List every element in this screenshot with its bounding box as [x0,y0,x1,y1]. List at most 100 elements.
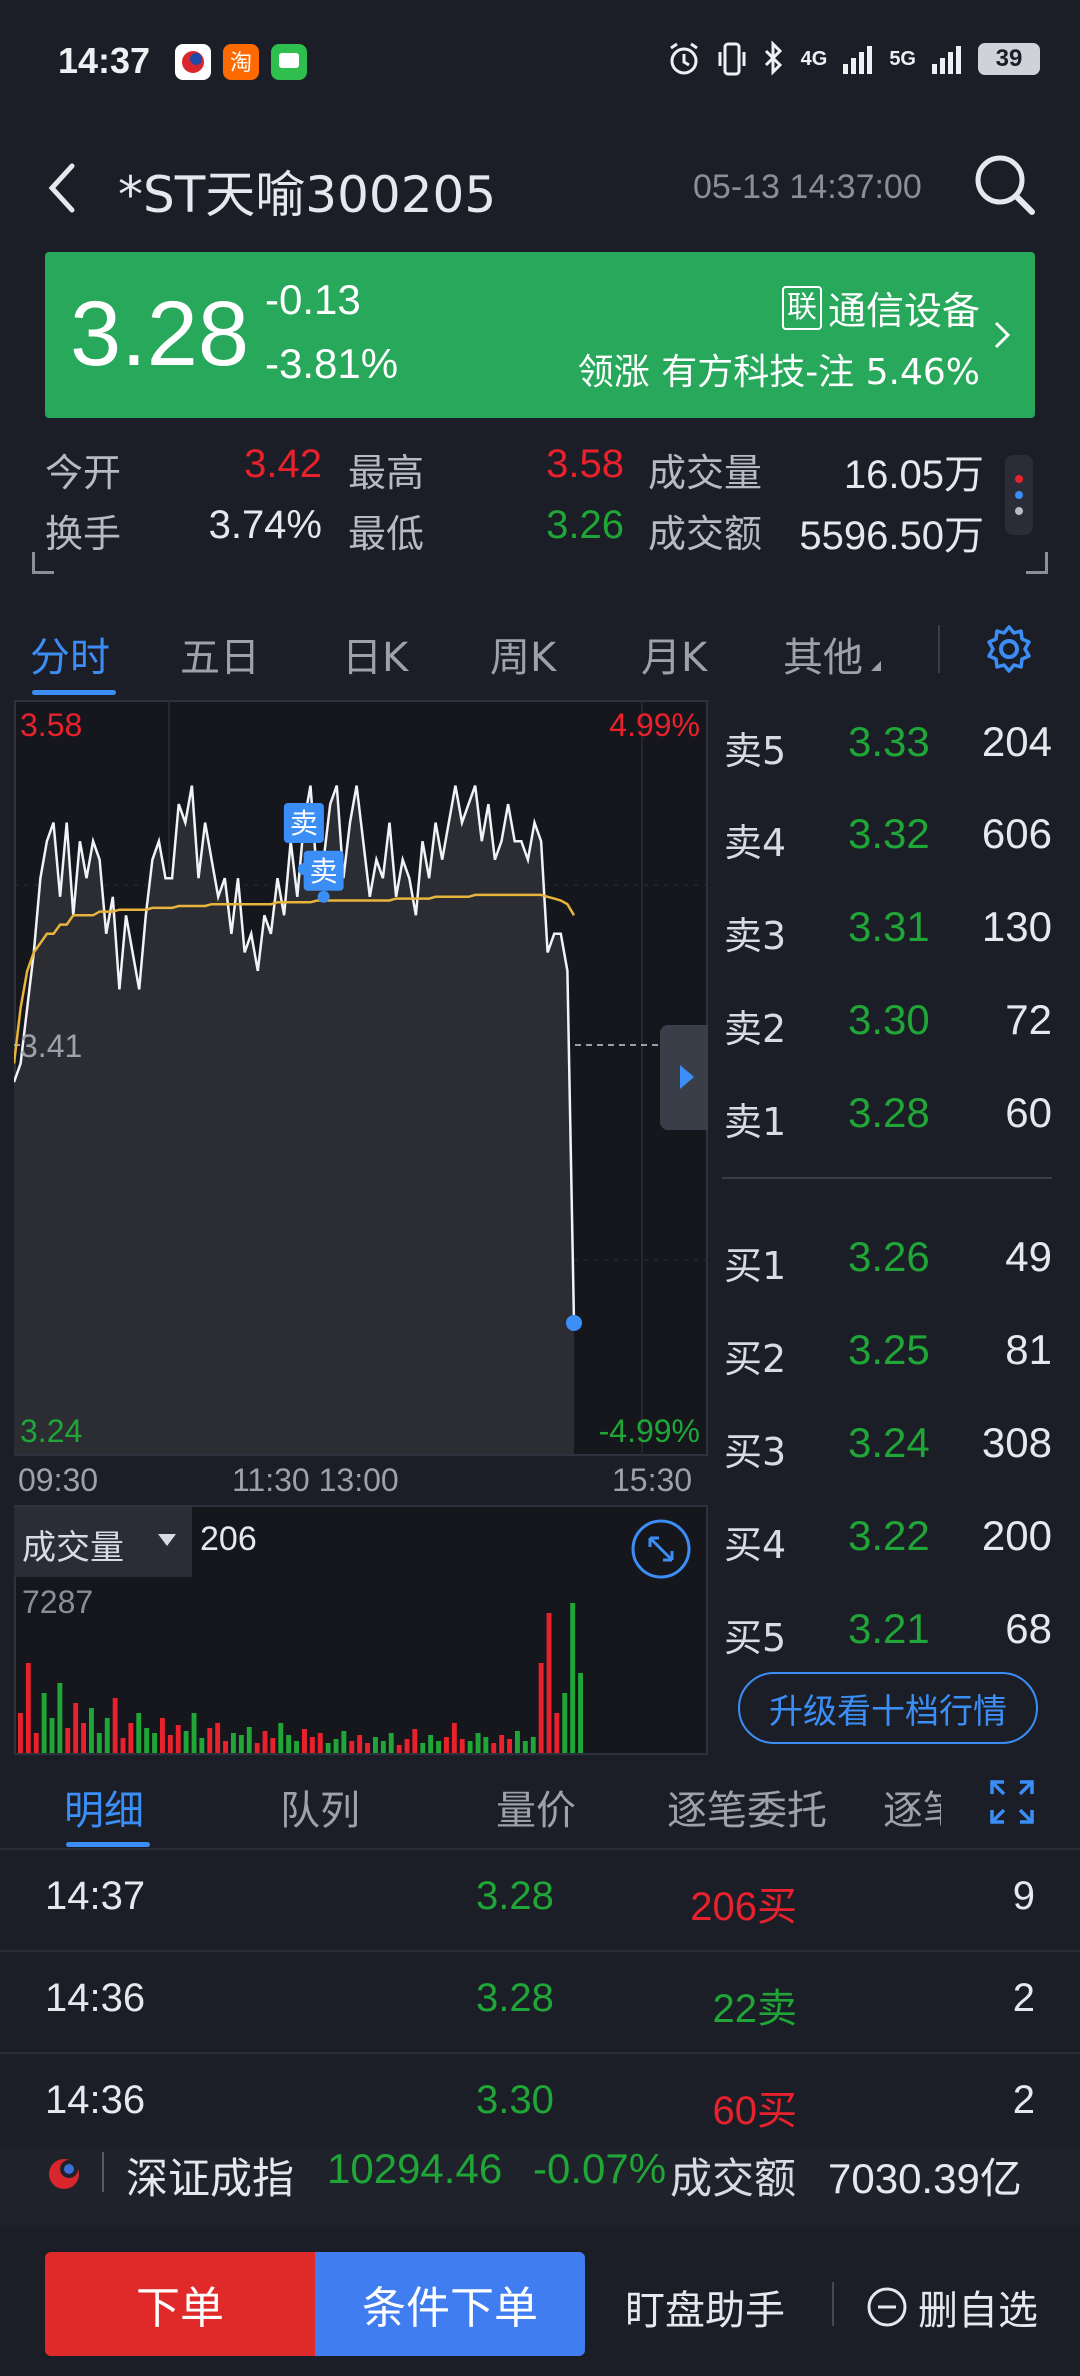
trade-row: 14:36 3.28 22卖 2 [0,1950,1080,2052]
volume-bar [451,1723,457,1753]
pct-top-label: 4.99% [609,707,700,743]
open-value: 3.42 [244,442,322,486]
orderbook-sell-label: 卖4 [724,821,787,865]
vibrate-icon [718,42,746,76]
volume-bar [349,1741,355,1753]
trade-row: 14:36 3.30 60买 2 [0,2052,1080,2154]
volume-bar [302,1729,307,1753]
minus-circle-icon [867,2287,907,2327]
orderbook-buy-volume: 68 [1005,1605,1052,1652]
pct-bottom-label: -4.99% [599,1413,700,1449]
volume-bar [183,1731,189,1753]
tab-queue[interactable]: 队列 [280,1778,360,1836]
tab-detail[interactable]: 明细 [64,1778,144,1836]
orderbook-sell-volume: 606 [981,810,1052,857]
status-icons: 4G 5G 39 [665,40,1040,78]
tab-volume-price[interactable]: 量价 [496,1778,576,1836]
orderbook-sell-label: 卖3 [724,914,787,958]
time-label-mid: 11:30 13:00 [232,1462,399,1498]
volume-bar [120,1738,126,1753]
amount-label: 成交额 [648,512,763,556]
trade-time: 14:37 [45,1874,146,1918]
search-icon[interactable] [970,150,1040,220]
volume-bar [530,1737,536,1753]
orderbook-buy-label: 买4 [724,1523,787,1567]
volume-bar [215,1723,221,1753]
tab-other[interactable]: 其他 [783,625,881,683]
volume-bar [254,1743,260,1753]
orderbook-buy-volume: 49 [1005,1233,1052,1280]
volume-bar [325,1743,331,1753]
chevron-right-icon[interactable] [990,315,1014,355]
volume-value: 16.05万 [843,453,984,497]
tab-intraday[interactable]: 分时 [30,625,110,683]
orderbook-toggle-handle[interactable] [660,1025,708,1130]
volume-bar [522,1741,528,1753]
volume-bar [570,1603,576,1753]
volume-max: 7287 [22,1584,94,1620]
volume-bar [160,1718,165,1753]
sell-marker-label: 卖 [310,855,338,888]
volume-bar [578,1673,583,1753]
turnover-label: 换手 [45,512,122,556]
volume-bar [420,1743,426,1753]
orderbook-sell-label: 卖1 [724,1100,787,1144]
volume-bar [41,1693,47,1753]
tab-monthly-k[interactable]: 月K [641,625,707,683]
volume-bar [491,1743,497,1753]
remove-watchlist-button[interactable]: 删自选 [866,2278,1038,2336]
tab-order-by-order[interactable]: 逐笔委托 [667,1778,827,1836]
trade-row: 14:37 3.28 206买 9 [0,1848,1080,1950]
tab-divider [938,625,940,673]
more-menu-button[interactable] [1005,455,1033,535]
upgrade-level10-button[interactable]: 升级看十档行情 [738,1672,1038,1744]
message-icon [271,44,307,80]
volume-bar [223,1741,228,1753]
place-order-button[interactable]: 下单 [45,2252,315,2356]
volume-bar [499,1735,505,1753]
index-value: 10294.46 [327,2145,503,2192]
industry-link[interactable]: 联 通信设备 [781,280,980,335]
expand-diagonal-icon[interactable] [630,1518,692,1580]
trade-count: 2 [1012,2078,1035,2122]
volume-bar [278,1723,284,1753]
gear-icon[interactable] [982,622,1036,676]
volume-bar [365,1743,370,1753]
conditional-order-button[interactable]: 条件下单 [315,2252,585,2356]
status-time: 14:37 [58,40,151,81]
tab-trade-by-trade[interactable]: 逐笔 [883,1778,941,1836]
volume-indicator-label: 成交量 [22,1528,124,1568]
tab-five-day[interactable]: 五日 [180,625,260,683]
last-price: 3.28 [70,283,250,385]
tab-weekly-k[interactable]: 周K [490,625,556,683]
dropdown-triangle-icon [871,661,881,671]
bluetooth-icon [764,40,782,76]
y-top-label: 3.58 [20,707,82,743]
remove-watchlist-label: 删自选 [918,2288,1038,2334]
sell-marker-dot [317,890,330,903]
tab-daily-k[interactable]: 日K [342,625,408,683]
signal-icon-1 [843,46,873,74]
orderbook-buy-label: 买5 [724,1616,787,1660]
exchange-logo-icon [49,2159,79,2189]
orderbook-buy-volume: 308 [981,1419,1052,1466]
volume-bar [207,1728,213,1753]
volume-bar [112,1698,118,1753]
orderbook-sell-volume: 204 [981,718,1052,765]
tab-active-underline [32,690,116,695]
more-dots-icon [1015,475,1023,515]
back-arrow-icon[interactable] [40,158,84,218]
volume-bar [388,1733,394,1753]
app-icon-1 [175,44,211,80]
volume-bar [396,1745,402,1753]
volume-bar [412,1729,418,1753]
watch-helper-button[interactable]: 盯盘助手 [625,2278,785,2336]
volume-bar [104,1718,110,1753]
battery-icon: 39 [978,43,1040,75]
tab-other-label: 其他 [783,635,863,681]
fullscreen-icon[interactable] [988,1778,1036,1826]
volume-bar [554,1713,560,1753]
volume-bar [65,1728,71,1753]
last-price-dot [566,1314,582,1331]
expand-corner-left [32,552,54,574]
